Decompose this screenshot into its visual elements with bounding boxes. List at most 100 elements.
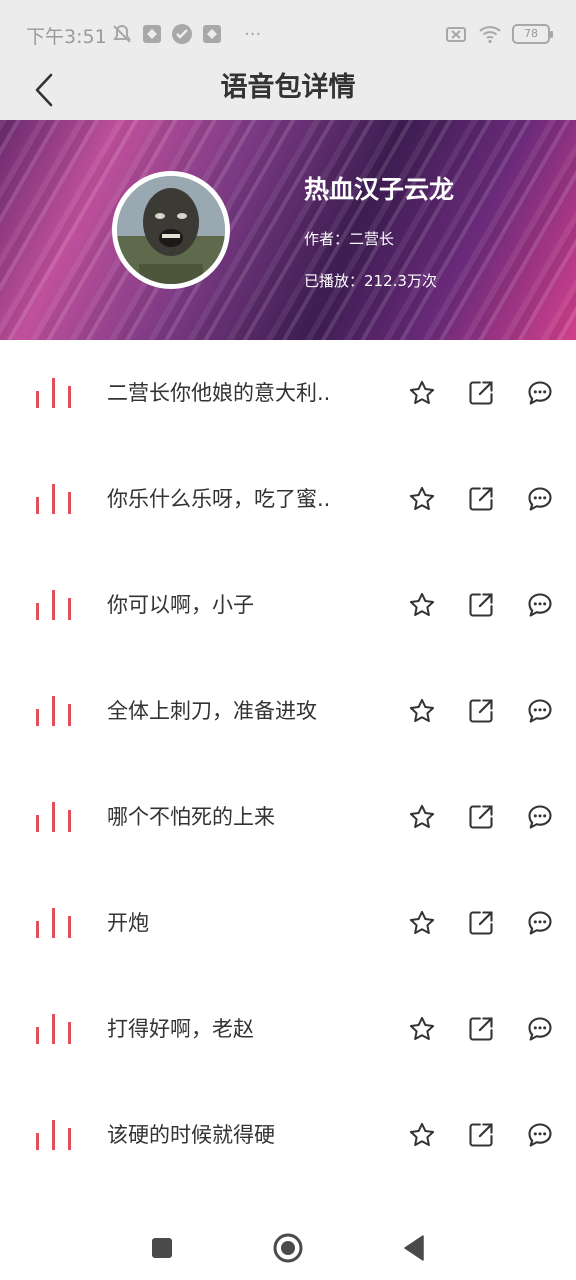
list-item[interactable]: 你可以啊，小子 [0,552,576,658]
list-item[interactable]: 打得好啊，老赵 [0,976,576,1082]
status-time: 下午3:51 [26,26,107,48]
favorite-button[interactable] [406,1013,438,1045]
square-icon [152,1238,172,1258]
star-icon [409,380,435,405]
system-back-button[interactable] [396,1230,432,1266]
share-button[interactable] [465,1013,497,1045]
sound-wave-icon [36,1014,71,1044]
no-sim-icon [446,27,466,42]
clip-title: 打得好啊，老赵 [107,1017,254,1041]
voice-pack-name: 热血汉子云龙 [304,175,455,204]
list-item[interactable]: 全体上刺刀，准备进攻 [0,658,576,764]
status-icons-right: 78 [444,22,553,46]
voice-clip-list: 二营长你他娘的意大利.. 你乐什么乐呀，吃了蜜.. 你可以啊，小子 全体上刺刀，… [0,340,576,1188]
comment-icon [528,487,552,511]
favorite-button[interactable] [406,907,438,939]
comment-icon [528,1123,552,1147]
app-notification-icon [203,25,221,43]
list-item[interactable]: 哪个不怕死的上来 [0,764,576,870]
battery-indicator: 78 [512,24,553,44]
voice-pack-banner: 热血汉子云龙 作者：二营长 已播放：212.3万次 [0,120,576,340]
favorite-button[interactable] [406,589,438,621]
clip-title: 哪个不怕死的上来 [107,805,275,829]
list-item[interactable]: 该硬的时候就得硬 [0,1082,576,1188]
circle-icon [273,1233,303,1263]
star-icon [409,1016,435,1041]
more-notifications: ··· [244,23,262,45]
share-icon [469,805,493,829]
sound-wave-icon [36,696,71,726]
wifi-icon [479,26,501,44]
app-notification-icon [143,25,161,43]
comment-button[interactable] [524,377,556,409]
share-icon [469,911,493,935]
share-button[interactable] [465,377,497,409]
list-item[interactable]: 你乐什么乐呀，吃了蜜.. [0,446,576,552]
clip-title: 全体上刺刀，准备进攻 [107,699,317,723]
mute-bell-icon [113,24,131,43]
comment-button[interactable] [524,801,556,833]
favorite-button[interactable] [406,801,438,833]
clip-title: 你乐什么乐呀，吃了蜜.. [107,487,331,511]
check-circle-icon [172,24,192,44]
share-button[interactable] [465,801,497,833]
sound-wave-icon [36,378,71,408]
list-item[interactable]: 开炮 [0,870,576,976]
favorite-button[interactable] [406,1119,438,1151]
sound-wave-icon [36,1120,71,1150]
star-icon [409,486,435,511]
favorite-button[interactable] [406,483,438,515]
voice-pack-author: 作者：二营长 [304,230,395,248]
share-button[interactable] [465,695,497,727]
comment-icon [528,593,552,617]
share-icon [469,593,493,617]
favorite-button[interactable] [406,377,438,409]
comment-button[interactable] [524,1119,556,1151]
share-button[interactable] [465,1119,497,1151]
sound-wave-icon [36,908,71,938]
sound-wave-icon [36,802,71,832]
comment-icon [528,911,552,935]
clip-title: 开炮 [107,911,149,935]
star-icon [409,698,435,723]
share-button[interactable] [465,907,497,939]
share-icon [469,1123,493,1147]
comment-icon [528,699,552,723]
comment-button[interactable] [524,1013,556,1045]
recent-apps-button[interactable] [144,1230,180,1266]
share-icon [469,1017,493,1041]
list-item[interactable]: 二营长你他娘的意大利.. [0,340,576,446]
sound-wave-icon [36,484,71,514]
star-icon [409,1122,435,1147]
voice-pack-play-count: 已播放：212.3万次 [304,272,437,290]
star-icon [409,592,435,617]
home-button[interactable] [270,1230,306,1266]
comment-button[interactable] [524,695,556,727]
clip-title: 二营长你他娘的意大利.. [107,381,331,405]
share-button[interactable] [465,483,497,515]
avatar [112,171,230,289]
system-nav-bar [0,1210,576,1280]
share-icon [469,699,493,723]
star-icon [409,910,435,935]
comment-icon [528,1017,552,1041]
triangle-back-icon [404,1235,424,1261]
comment-button[interactable] [524,589,556,621]
share-icon [469,381,493,405]
comment-button[interactable] [524,907,556,939]
status-icons-left: ··· [110,22,261,46]
status-bar: 下午3:51 ··· 78 [0,0,576,64]
comment-button[interactable] [524,483,556,515]
share-icon [469,487,493,511]
comment-icon [528,805,552,829]
comment-icon [528,381,552,405]
star-icon [409,804,435,829]
page-title: 语音包详情 [220,72,356,103]
favorite-button[interactable] [406,695,438,727]
clip-title: 你可以啊，小子 [107,593,254,617]
avatar-image [117,176,225,284]
title-bar: 语音包详情 [0,64,576,120]
share-button[interactable] [465,589,497,621]
clip-title: 该硬的时候就得硬 [107,1123,275,1147]
sound-wave-icon [36,590,71,620]
